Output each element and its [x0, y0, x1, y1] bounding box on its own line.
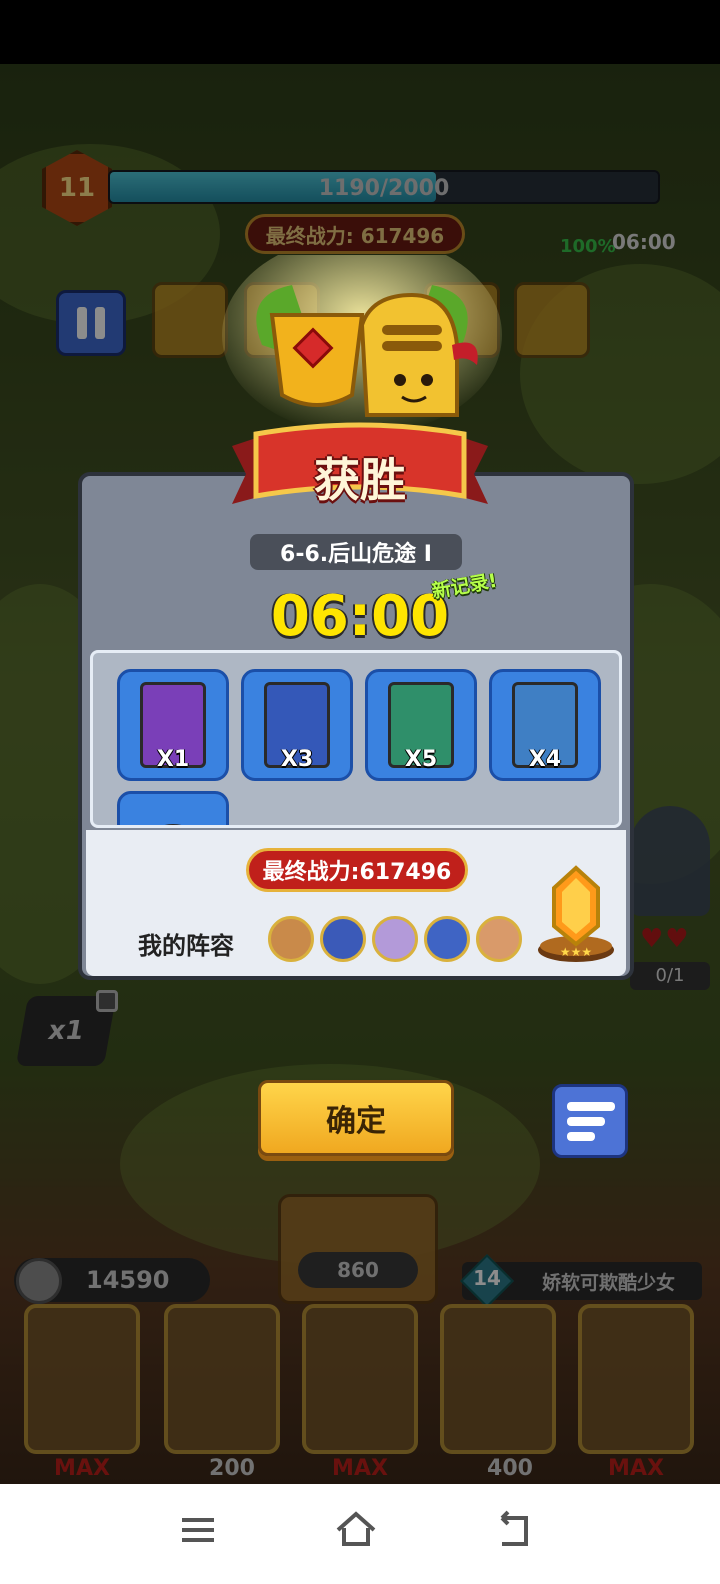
reward-card-5[interactable]	[117, 791, 229, 825]
stage-name: 6-6.后山危途 I	[250, 534, 462, 570]
reward-card-4[interactable]: X4	[489, 669, 601, 781]
lineup-label: 我的阵容	[138, 932, 234, 960]
reward-card-1[interactable]: X1	[117, 669, 229, 781]
lineup-avatar-2[interactable]	[320, 916, 366, 962]
reward-card-3[interactable]: X5	[365, 669, 477, 781]
clear-time: 06:00	[270, 584, 450, 649]
victory-title: 获胜	[314, 453, 406, 507]
reward-card-2[interactable]: X3	[241, 669, 353, 781]
final-power-pill: 最终战力:617496	[246, 848, 468, 892]
rewards-panel: X1 X3 X5 X4	[90, 650, 622, 828]
crystal-rating-icon: ★★★	[538, 865, 614, 962]
reward-3-qty: X5	[404, 747, 438, 772]
home-icon[interactable]	[326, 1500, 386, 1560]
reward-1-qty: X1	[156, 747, 190, 772]
confirm-button[interactable]: 确定	[258, 1080, 454, 1156]
reward-item-5-coin-icon	[140, 824, 206, 825]
status-bar	[0, 0, 720, 64]
confirm-label: 确定	[326, 1104, 386, 1139]
stats-icon-line-3	[567, 1131, 595, 1141]
stats-icon	[567, 1101, 615, 1111]
lineup-avatar-1[interactable]	[268, 916, 314, 962]
lineup-avatar-4[interactable]	[424, 916, 470, 962]
back-icon[interactable]	[484, 1500, 544, 1560]
battle-stats-button[interactable]	[552, 1084, 628, 1158]
reward-4-qty: X4	[528, 747, 562, 772]
lineup-avatar-5[interactable]	[476, 916, 522, 962]
lineup-avatar-3[interactable]	[372, 916, 418, 962]
menu-icon[interactable]	[168, 1500, 228, 1560]
stats-icon-line-2	[567, 1116, 605, 1126]
svg-text:★★★: ★★★	[560, 945, 592, 959]
reward-2-qty: X3	[280, 747, 314, 772]
